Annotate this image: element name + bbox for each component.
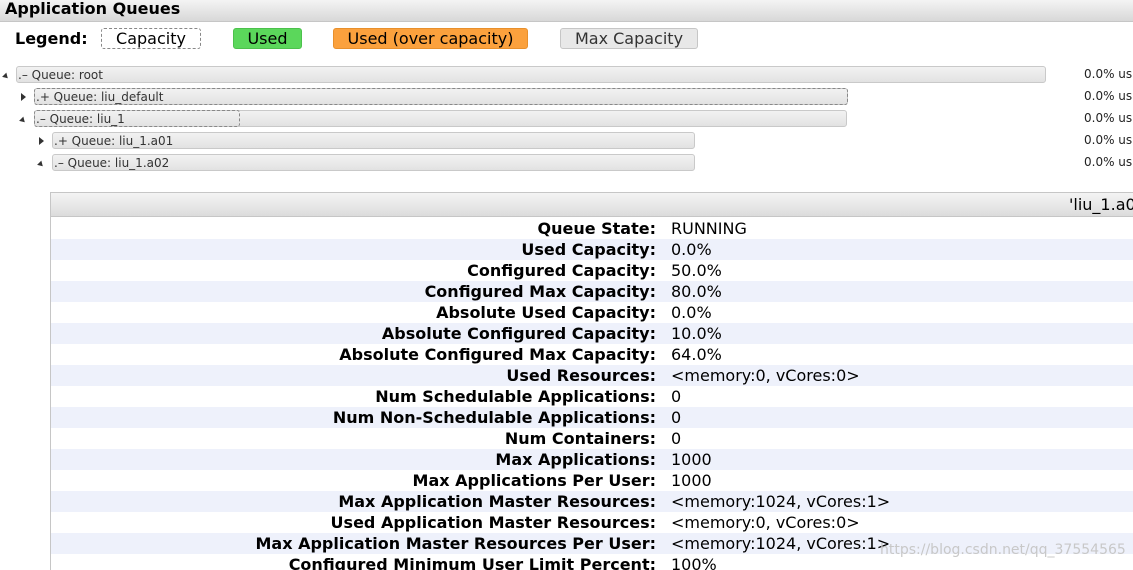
info-row: Absolute Configured Capacity: 10.0% bbox=[51, 323, 1133, 344]
info-value: 0.0% bbox=[671, 240, 712, 259]
info-value: 1000 bbox=[671, 471, 712, 490]
info-row: Max Applications: 1000 bbox=[51, 449, 1133, 470]
legend-used-over-capacity: Used (over capacity) bbox=[333, 28, 528, 49]
info-row: Configured Max Capacity: 80.0% bbox=[51, 281, 1133, 302]
info-key: Num Schedulable Applications: bbox=[375, 387, 656, 406]
legend-capacity: Capacity bbox=[101, 28, 201, 49]
info-row: Num Schedulable Applications: 0 bbox=[51, 386, 1133, 407]
info-row: Num Non-Schedulable Applications: 0 bbox=[51, 407, 1133, 428]
info-row: Max Application Master Resources: <memory… bbox=[51, 491, 1133, 512]
tree-collapsed-icon[interactable] bbox=[21, 93, 26, 101]
info-value: 1000 bbox=[671, 450, 712, 469]
info-row: Absolute Used Capacity: 0.0% bbox=[51, 302, 1133, 323]
info-row: Configured Capacity: 50.0% bbox=[51, 260, 1133, 281]
tree-collapsed-icon[interactable] bbox=[39, 137, 44, 145]
queue-liu-1-a01-label[interactable]: .+ Queue: liu_1.a01 bbox=[54, 133, 173, 149]
info-key: Num Non-Schedulable Applications: bbox=[332, 408, 656, 427]
queue-root-max-bar[interactable] bbox=[16, 66, 1046, 83]
info-key: Configured Capacity: bbox=[467, 261, 656, 280]
info-value: 0 bbox=[671, 387, 682, 406]
info-value: 0 bbox=[671, 408, 682, 427]
tree-expanded-icon[interactable] bbox=[2, 72, 10, 81]
info-value: <memory:0, vCores:0> bbox=[671, 366, 860, 385]
info-key: Absolute Configured Max Capacity: bbox=[339, 345, 656, 364]
info-value: 64.0% bbox=[671, 345, 722, 364]
queue-liu-default-label[interactable]: .+ Queue: liu_default bbox=[36, 89, 163, 105]
info-value: <memory:1024, vCores:1> bbox=[671, 492, 891, 511]
info-key: Configured Max Capacity: bbox=[424, 282, 656, 301]
info-key: Max Application Master Resources: bbox=[338, 492, 656, 511]
info-row: Used Capacity: 0.0% bbox=[51, 239, 1133, 260]
section-header: Application Queues bbox=[0, 0, 1133, 22]
watermark: https://blog.csdn.net/qq_37554565 bbox=[880, 542, 1126, 558]
info-key: Queue State: bbox=[537, 219, 656, 238]
info-key: Absolute Used Capacity: bbox=[436, 303, 656, 322]
info-key: Used Application Master Resources: bbox=[330, 513, 656, 532]
queue-liu-1-pct: 0.0% us bbox=[1084, 111, 1133, 125]
info-value: RUNNING bbox=[671, 219, 747, 238]
queue-liu-1-a01-pct: 0.0% us bbox=[1084, 133, 1133, 147]
info-row: Max Applications Per User: 1000 bbox=[51, 470, 1133, 491]
queue-root-pct: 0.0% us bbox=[1084, 67, 1133, 81]
queue-liu-1-label[interactable]: .– Queue: liu_1 bbox=[36, 111, 125, 127]
legend-label: Legend: bbox=[15, 29, 88, 48]
queue-detail-panel: 'liu_1.a0 Queue State: RUNNING Used Capaci… bbox=[50, 192, 1133, 570]
section-title: Application Queues bbox=[5, 0, 181, 18]
queue-root-label[interactable]: .– Queue: root bbox=[18, 67, 103, 83]
info-key: Used Resources: bbox=[506, 366, 656, 385]
info-value: 100% bbox=[671, 555, 717, 570]
info-row: Num Containers: 0 bbox=[51, 428, 1133, 449]
legend-max-capacity: Max Capacity bbox=[560, 28, 698, 49]
info-key: Num Containers: bbox=[504, 429, 656, 448]
queue-liu-1-a02-label[interactable]: .– Queue: liu_1.a02 bbox=[54, 155, 169, 171]
info-key: Max Applications: bbox=[495, 450, 656, 469]
info-value: 0 bbox=[671, 429, 682, 448]
info-row: Used Application Master Resources: <memor… bbox=[51, 512, 1133, 533]
info-key: Max Applications Per User: bbox=[412, 471, 656, 490]
tree-expanded-icon[interactable] bbox=[19, 116, 27, 125]
info-value: 0.0% bbox=[671, 303, 712, 322]
info-key: Used Capacity: bbox=[521, 240, 656, 259]
info-key: Absolute Configured Capacity: bbox=[381, 324, 656, 343]
info-row: Absolute Configured Max Capacity: 64.0% bbox=[51, 344, 1133, 365]
info-value: 10.0% bbox=[671, 324, 722, 343]
info-value: <memory:1024, vCores:1> bbox=[671, 534, 891, 553]
info-value: 50.0% bbox=[671, 261, 722, 280]
legend-used: Used bbox=[233, 28, 302, 49]
queue-liu-1-a02-pct: 0.0% us bbox=[1084, 155, 1133, 169]
queue-detail-header: 'liu_1.a0 bbox=[51, 193, 1133, 217]
tree-expanded-icon[interactable] bbox=[37, 160, 45, 169]
info-row: Used Resources: <memory:0, vCores:0> bbox=[51, 365, 1133, 386]
info-key: Max Application Master Resources Per Use… bbox=[255, 534, 656, 553]
info-value: <memory:0, vCores:0> bbox=[671, 513, 860, 532]
queue-liu-default-pct: 0.0% us bbox=[1084, 89, 1133, 103]
info-row: Queue State: RUNNING bbox=[51, 218, 1133, 239]
info-value: 80.0% bbox=[671, 282, 722, 301]
queue-detail-title: 'liu_1.a0 bbox=[1069, 195, 1133, 214]
info-key: Configured Minimum User Limit Percent: bbox=[288, 555, 656, 570]
